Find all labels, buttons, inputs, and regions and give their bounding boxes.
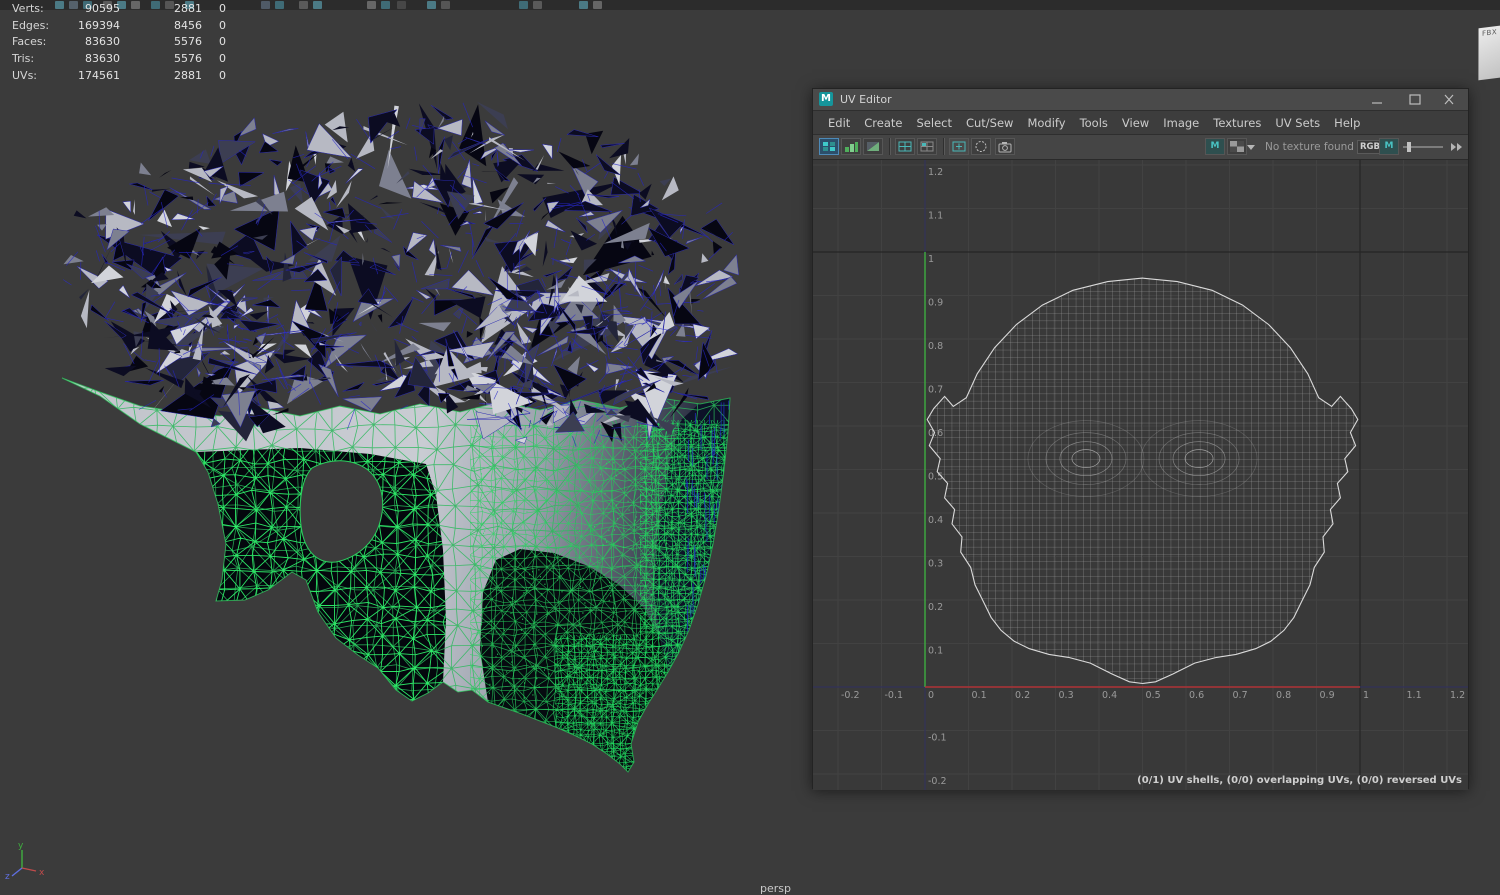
toolbar-separator bbox=[943, 138, 945, 155]
menu-view[interactable]: View bbox=[1115, 112, 1156, 134]
uv-canvas[interactable]: -0.2 -0.2 -0.1 -0.1 0 0.1 0.1 0.2 0.2 0.3 0.3 0.4 0.… bbox=[813, 160, 1468, 790]
checker-map-icon[interactable] bbox=[1227, 138, 1247, 155]
texture-status-text: No texture found bbox=[1265, 141, 1354, 153]
uv-grid-and-shell: -0.2 -0.2 -0.1 -0.1 0 0.1 0.1 0.2 0.2 0.3 0.3 0.4 0.… bbox=[813, 160, 1468, 790]
menu-uv-sets[interactable]: UV Sets bbox=[1268, 112, 1327, 134]
svg-text:0.9: 0.9 bbox=[928, 298, 943, 309]
svg-text:0.7: 0.7 bbox=[928, 385, 943, 396]
pixel-snap-icon[interactable] bbox=[917, 138, 937, 155]
menu-select[interactable]: Select bbox=[910, 112, 959, 134]
shelf-icon[interactable] bbox=[275, 1, 284, 9]
hud-row: Edges: 169394 8456 0 bbox=[12, 18, 226, 32]
svg-text:y: y bbox=[18, 841, 24, 851]
hud-row: Verts: 90595 2881 0 bbox=[12, 2, 226, 15]
shelf-icon[interactable] bbox=[427, 1, 436, 9]
svg-text:0.2: 0.2 bbox=[928, 602, 943, 613]
uv-editor-menubar: Edit Create Select Cut/Sew Modify Tools View Im… bbox=[813, 111, 1468, 135]
close-button[interactable] bbox=[1436, 91, 1462, 108]
shelf-icon[interactable] bbox=[441, 1, 450, 9]
maximize-button[interactable] bbox=[1402, 91, 1428, 108]
svg-text:0.7: 0.7 bbox=[1233, 690, 1248, 701]
uv-editor-window: M UV Editor Edit Create Select Cut/Sew Modif… bbox=[812, 88, 1469, 790]
camera-label: persp bbox=[760, 882, 791, 895]
uv-checker-display-icon[interactable] bbox=[863, 138, 883, 155]
svg-text:x: x bbox=[39, 868, 45, 878]
menu-image[interactable]: Image bbox=[1156, 112, 1206, 134]
dim-image-icon[interactable] bbox=[971, 138, 991, 155]
svg-text:0.5: 0.5 bbox=[1146, 690, 1161, 701]
svg-text:1: 1 bbox=[1363, 690, 1369, 701]
shelf-icon[interactable] bbox=[519, 1, 528, 9]
svg-text:0.4: 0.4 bbox=[1102, 690, 1117, 701]
image-ratio-icon[interactable]: M bbox=[1379, 138, 1399, 155]
shelf-icon[interactable] bbox=[313, 1, 322, 9]
svg-text:-0.1: -0.1 bbox=[928, 733, 947, 744]
svg-text:0.1: 0.1 bbox=[928, 646, 943, 657]
menu-textures[interactable]: Textures bbox=[1206, 112, 1268, 134]
svg-text:1.2: 1.2 bbox=[1450, 690, 1465, 701]
shelf-icon[interactable] bbox=[397, 1, 406, 9]
hud-row: Tris: 83630 5576 0 bbox=[12, 52, 226, 66]
uv-distortion-icon[interactable] bbox=[841, 138, 861, 155]
shelf-icon[interactable] bbox=[593, 1, 602, 9]
svg-text:-0.2: -0.2 bbox=[928, 776, 947, 787]
texture-dropdown-caret[interactable] bbox=[1247, 145, 1255, 150]
image-display-icon[interactable]: M bbox=[1205, 138, 1225, 155]
grid-icon[interactable] bbox=[895, 138, 915, 155]
menu-create[interactable]: Create bbox=[857, 112, 909, 134]
svg-text:1.1: 1.1 bbox=[928, 211, 943, 222]
svg-text:0.4: 0.4 bbox=[928, 515, 943, 526]
svg-text:0.1: 0.1 bbox=[972, 690, 987, 701]
menu-help[interactable]: Help bbox=[1327, 112, 1367, 134]
hud-row: Faces: 83630 5576 0 bbox=[12, 35, 226, 49]
shelf-icon[interactable] bbox=[579, 1, 588, 9]
menu-modify[interactable]: Modify bbox=[1020, 112, 1072, 134]
svg-text:-0.2: -0.2 bbox=[841, 690, 860, 701]
svg-text:0.8: 0.8 bbox=[928, 341, 943, 352]
uv-shell-status: (0/1) UV shells, (0/0) overlapping UVs, … bbox=[1137, 775, 1462, 786]
window-title: UV Editor bbox=[840, 93, 892, 106]
svg-text:z: z bbox=[5, 872, 10, 882]
shelf-icon[interactable] bbox=[261, 1, 270, 9]
exposure-slider[interactable] bbox=[1403, 142, 1443, 152]
svg-text:0.2: 0.2 bbox=[1015, 690, 1030, 701]
uv-editor-titlebar[interactable]: M UV Editor bbox=[813, 89, 1468, 111]
menu-cut-sew[interactable]: Cut/Sew bbox=[959, 112, 1020, 134]
toolbar-overflow-arrows[interactable] bbox=[1449, 141, 1465, 153]
maya-icon: M bbox=[819, 92, 833, 106]
svg-text:0.3: 0.3 bbox=[928, 559, 943, 570]
menu-edit[interactable]: Edit bbox=[821, 112, 857, 134]
uv-editor-toolbar: M No texture found RGB M bbox=[813, 135, 1468, 160]
poly-count-hud: Verts: 90595 2881 0 Edges: 169394 8456 0 Faces: 8… bbox=[12, 2, 242, 85]
corner-panel-label: FBX bbox=[1482, 28, 1498, 38]
svg-text:0.8: 0.8 bbox=[1276, 690, 1291, 701]
isolate-select-icon[interactable] bbox=[949, 138, 969, 155]
toolbar-separator bbox=[889, 138, 891, 155]
svg-text:0.3: 0.3 bbox=[1059, 690, 1074, 701]
view-axis-gizmo: y x z bbox=[5, 841, 45, 882]
menu-tools[interactable]: Tools bbox=[1073, 112, 1115, 134]
exposure-slider-handle[interactable] bbox=[1407, 142, 1411, 152]
corner-panel-fragment: FBX bbox=[1478, 25, 1500, 81]
svg-text:-0.1: -0.1 bbox=[885, 690, 904, 701]
snapshot-camera-icon[interactable] bbox=[995, 138, 1015, 155]
shelf-icon[interactable] bbox=[533, 1, 542, 9]
shelf-icon[interactable] bbox=[367, 1, 376, 9]
shelf-icon[interactable] bbox=[381, 1, 390, 9]
svg-text:1: 1 bbox=[928, 254, 934, 265]
svg-text:0.9: 0.9 bbox=[1320, 690, 1335, 701]
hud-row: UVs: 174561 2881 0 bbox=[12, 68, 226, 82]
svg-text:1.1: 1.1 bbox=[1407, 690, 1422, 701]
maya-application: Verts: 90595 2881 0 Edges: 169394 8456 0 Faces: 8… bbox=[0, 0, 1500, 895]
svg-text:1.2: 1.2 bbox=[928, 167, 943, 178]
minimize-button[interactable] bbox=[1364, 91, 1390, 108]
shelf-icon[interactable] bbox=[299, 1, 308, 9]
svg-text:0: 0 bbox=[928, 690, 934, 701]
uv-shaded-display-icon[interactable] bbox=[819, 138, 839, 155]
svg-text:0.6: 0.6 bbox=[1189, 690, 1204, 701]
